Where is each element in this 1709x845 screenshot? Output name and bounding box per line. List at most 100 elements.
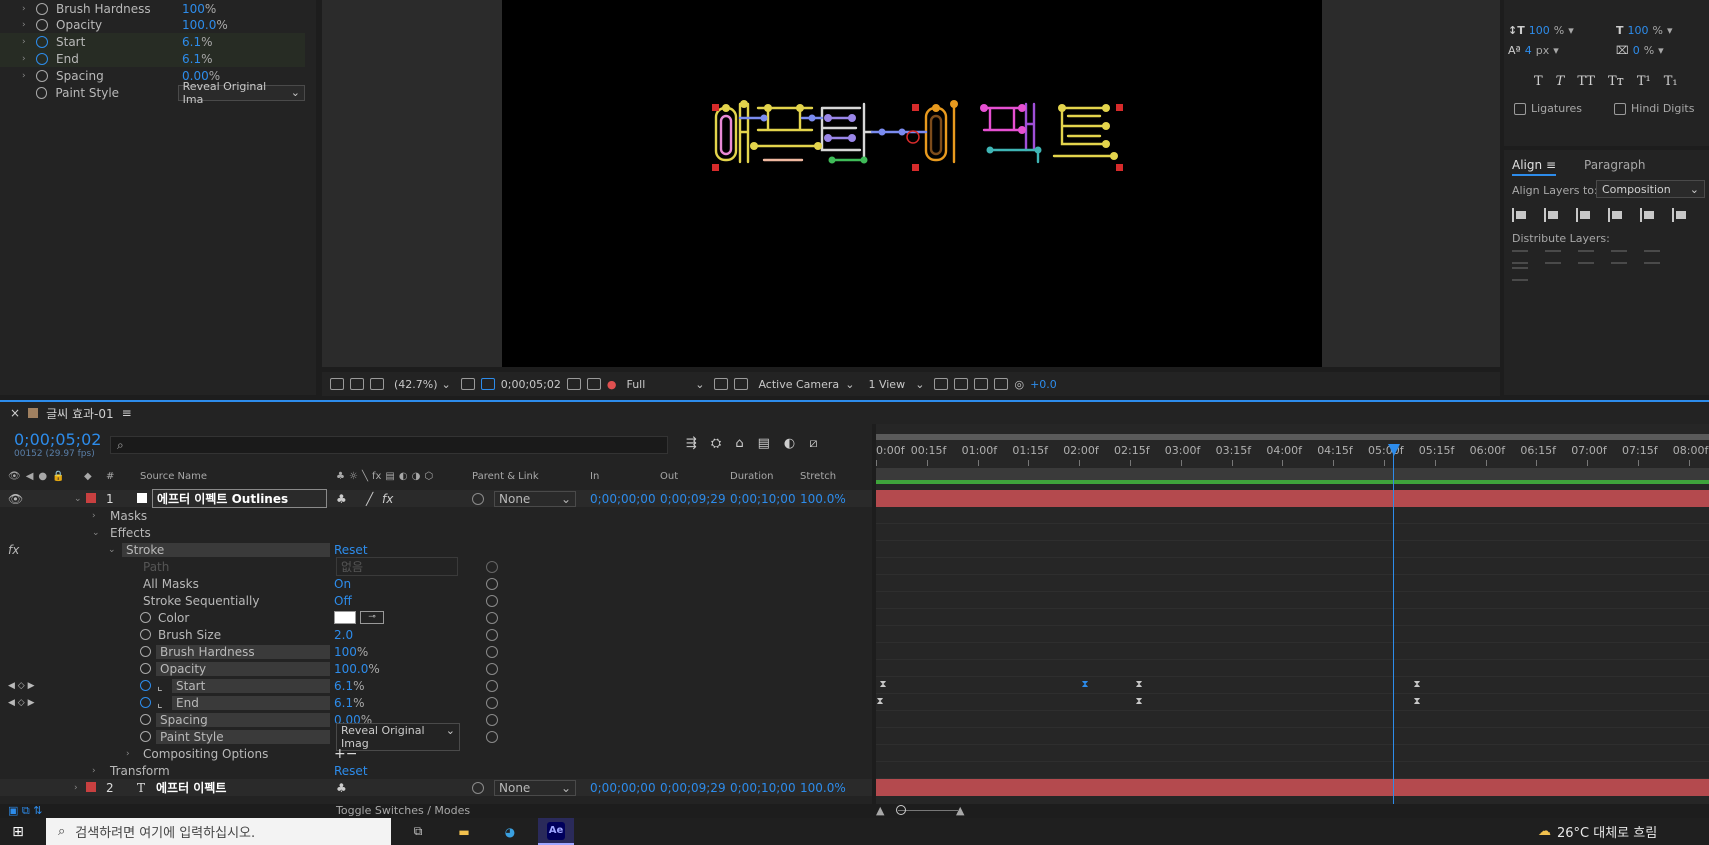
pickwhip-icon[interactable] [486, 577, 498, 590]
pickwhip-icon[interactable] [486, 628, 498, 641]
paint-style-dropdown[interactable]: Reveal Original Ima ⌄ [177, 80, 305, 106]
taskbar-search-input[interactable]: ⌕ 검색하려면 여기에 입력하십시오. [46, 818, 391, 845]
faux-italic-button[interactable]: T [1556, 74, 1565, 89]
layer-out[interactable]: 0;00;09;29 [660, 781, 726, 795]
opacity-row[interactable]: Opacity 100.0% [0, 660, 872, 677]
region-of-interest-icon[interactable] [714, 378, 729, 390]
chevron-down-icon[interactable]: ▾ [1667, 24, 1673, 37]
stopwatch-icon[interactable] [140, 629, 151, 640]
menu-icon[interactable]: ≡ [122, 406, 132, 420]
fx-row-brush-hardness[interactable]: › Brush Hardness 100% [0, 0, 305, 17]
compositing-add-remove[interactable]: +− [334, 746, 357, 762]
shy-switch-icon[interactable]: ♣ [336, 492, 347, 506]
current-time-indicator[interactable] [1393, 444, 1394, 804]
vr-icon[interactable] [370, 378, 384, 390]
windows-start-icon[interactable]: ⊞ [0, 818, 36, 845]
stopwatch-icon[interactable] [35, 86, 48, 99]
stopwatch-icon[interactable] [36, 52, 48, 65]
start-value[interactable]: 6.1% [334, 679, 365, 693]
stopwatch-icon[interactable] [140, 680, 151, 691]
color-swatch[interactable] [334, 611, 356, 624]
layer-in[interactable]: 0;00;00;00 [590, 492, 656, 506]
vertical-scale-value[interactable]: 100 [1529, 24, 1550, 37]
transform-reset-button[interactable]: Reset [334, 764, 368, 778]
chevron-right-icon[interactable]: › [92, 766, 96, 776]
camera-dropdown[interactable]: Active Camera ⌄ [754, 378, 858, 391]
layer-duration[interactable]: 0;00;10;00 [730, 492, 796, 506]
zoom-slider-thumb[interactable] [896, 805, 906, 815]
align-left-icon[interactable] [1512, 208, 1528, 222]
layer-2-duration-bar[interactable] [876, 779, 1709, 796]
subscript-button[interactable]: T₁ [1664, 74, 1678, 89]
layer-row-1[interactable]: 👁 ⌄ 1 에프터 이펙트 Outlines ♣ ╱ fx None ⌄ 0;00… [0, 489, 872, 508]
align-top-icon[interactable] [1608, 208, 1624, 222]
toggle-switches-modes-button[interactable]: Toggle Switches / Modes [336, 804, 470, 817]
tab-paragraph[interactable]: Paragraph [1584, 158, 1645, 172]
layer-row-2[interactable]: › 2 T 에프터 이펙트 ♣ None ⌄ 0;00;00;00 0;00;09… [0, 779, 872, 796]
out-header[interactable]: Out [660, 468, 678, 484]
align-to-dropdown[interactable]: Composition ⌄ [1596, 180, 1705, 198]
fx-row-end[interactable]: › End 6.1% [0, 50, 305, 67]
fx-value[interactable]: 6.1 [182, 52, 201, 66]
color-row[interactable]: Color ⊸ [0, 609, 872, 626]
stopwatch-icon[interactable] [140, 663, 151, 674]
keyframe-marker[interactable]: ⧗ [1413, 697, 1421, 707]
after-effects-app[interactable]: Ae [538, 818, 574, 845]
keyframe-marker[interactable]: ⧗ [876, 697, 884, 707]
playhead-icon[interactable] [1388, 444, 1400, 456]
keyframe-nav-icon[interactable]: ◀ ◇ ▶ [8, 681, 35, 691]
opacity-value[interactable]: 100.0% [334, 662, 380, 676]
edge-browser-icon[interactable]: ◕ [492, 818, 528, 845]
zoom-slider[interactable] [898, 810, 958, 811]
layer-1-duration-bar[interactable] [876, 490, 1709, 507]
snapshot-icon[interactable] [566, 378, 581, 390]
chevron-right-icon[interactable]: › [22, 71, 32, 81]
superscript-button[interactable]: T¹ [1637, 74, 1651, 89]
paint-style-row[interactable]: Paint Style Reveal Original Imag ⌄ [0, 722, 872, 751]
pickwhip-icon[interactable] [486, 611, 498, 624]
all-masks-value[interactable]: On [334, 577, 351, 591]
mask-visibility-icon[interactable] [480, 378, 495, 390]
in-header[interactable]: In [590, 468, 599, 484]
chevron-down-icon[interactable]: ⌄ [74, 494, 82, 504]
align-right-icon[interactable] [1576, 208, 1592, 222]
layer-duration[interactable]: 0;00;10;00 [730, 781, 796, 795]
chevron-down-icon[interactable]: ▾ [1553, 44, 1559, 57]
label-color-swatch[interactable] [86, 493, 96, 503]
eye-icon[interactable]: 👁 [8, 492, 23, 506]
pickwhip-icon[interactable] [486, 730, 498, 743]
hindi-digits-checkbox[interactable] [1614, 103, 1626, 115]
fx-row-paint-style[interactable]: Paint Style Reveal Original Ima ⌄ [0, 80, 305, 106]
motion-blur-icon[interactable]: ◐ [784, 436, 795, 451]
chevron-right-icon[interactable]: › [22, 20, 32, 30]
transparency-grid-icon[interactable] [734, 378, 749, 390]
align-horizontal-center-icon[interactable] [1544, 208, 1560, 222]
show-snapshot-icon[interactable] [586, 378, 601, 390]
timeline-track-area[interactable]: 0:00f 00:15f 01:00f 01:15f 02:00f 02:15f 03:00… [876, 424, 1709, 804]
pickwhip-icon[interactable] [486, 679, 498, 692]
timeline-tab-title[interactable]: 글씨 효과-01 [46, 405, 114, 422]
all-masks-row[interactable]: All Masks On [0, 575, 872, 592]
stroke-seq-value[interactable]: Off [334, 594, 352, 608]
quality-switch-icon[interactable]: ╱ [366, 492, 373, 506]
brush-size-row[interactable]: Brush Size 2.0 [0, 626, 872, 643]
layer-stretch[interactable]: 100.0% [800, 492, 846, 506]
pickwhip-icon[interactable] [486, 662, 498, 675]
always-preview-icon[interactable] [330, 378, 344, 390]
baseline-shift[interactable]: Aª 4 px ▾ [1508, 44, 1559, 57]
graph-editor-icon[interactable]: ⧄ [809, 436, 817, 451]
parent-dropdown[interactable]: None ⌄ [494, 490, 576, 507]
transform-row[interactable]: › Transform Reset [0, 762, 872, 779]
start-row[interactable]: ◀ ◇ ▶ ⌞ Start 6.1% [0, 677, 872, 694]
faux-bold-button[interactable]: T [1534, 74, 1543, 89]
chevron-right-icon[interactable]: › [126, 749, 130, 759]
keyframe-marker[interactable]: ⧗ [1413, 680, 1421, 690]
eyedropper-icon[interactable]: ⊸ [360, 611, 384, 624]
stopwatch-icon[interactable] [140, 697, 151, 708]
brush-hardness-row[interactable]: Brush Hardness 100% [0, 643, 872, 660]
exposure-value[interactable]: +0.0 [1030, 378, 1057, 391]
small-caps-button[interactable]: Tт [1608, 74, 1624, 89]
fast-preview-icon[interactable] [954, 378, 969, 390]
graph-icon[interactable]: ⌞ [157, 679, 163, 693]
chevron-right-icon[interactable]: › [74, 783, 78, 793]
